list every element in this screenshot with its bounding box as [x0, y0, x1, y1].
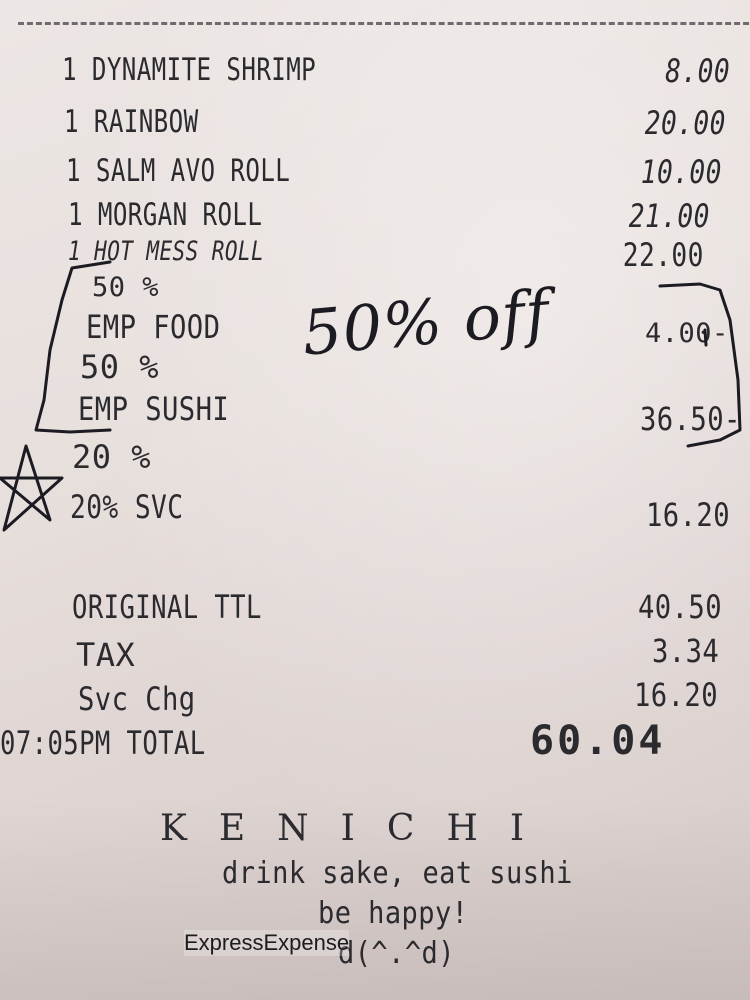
star-mark: [0, 444, 64, 532]
watermark: ExpressExpense: [184, 930, 350, 956]
left-bracket-mark: [34, 260, 112, 434]
right-bracket-mark: [658, 282, 742, 448]
pen-marks: [0, 260, 742, 532]
